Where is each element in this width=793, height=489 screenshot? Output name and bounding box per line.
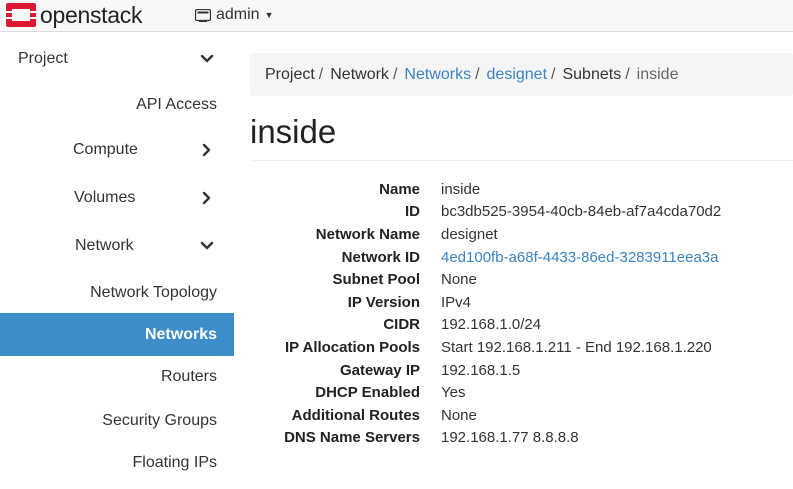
detail-label: Gateway IP [339,361,420,379]
detail-label: Additional Routes [291,406,420,424]
sidebar-item-label: Security Groups [102,412,217,429]
detail-value: designet [441,225,498,243]
detail-value: IPv4 [441,293,472,311]
sidebar-item-network-topology[interactable]: Network Topology [0,273,234,313]
sidebar: Project API Access Compute Volumes Netwo… [0,33,234,489]
top-navbar: openstack admin ▼ [0,0,793,32]
breadcrumb-separator: / [551,65,556,83]
chevron-down-icon [200,241,214,250]
title-divider [250,160,793,161]
detail-row-network-name: Network Name designet [250,223,793,246]
breadcrumb-link-designet[interactable]: designet [487,66,548,84]
breadcrumb-item-project: Project [265,65,315,83]
project-switcher-dropdown[interactable]: admin ▼ [195,0,274,30]
sidebar-item-label: Networks [144,325,217,343]
detail-value: 192.168.1.0/24 [441,316,542,334]
network-id-link[interactable]: 4ed100fb-a68f-4433-86ed-3283911eea3a [441,249,718,266]
sidebar-item-label: Project [18,50,68,67]
sidebar-item-label: API Access [136,96,217,113]
sidebar-item-network[interactable]: Network [0,226,234,266]
detail-value: Yes [441,384,466,402]
chevron-down-icon [200,54,214,63]
sidebar-item-floating-ips[interactable]: Floating IPs [0,443,234,483]
detail-value: bc3db525-3954-40cb-84eb-af7a4cda70d2 [441,203,722,221]
sidebar-item-label: Compute [73,141,138,158]
detail-value: Start 192.168.1.211 - End 192.168.1.220 [441,338,712,356]
detail-label: Name [379,180,420,198]
detail-value: 192.168.1.77 8.8.8.8 [441,429,579,447]
sidebar-item-security-groups[interactable]: Security Groups [0,401,234,441]
sidebar-item-api-access[interactable]: API Access [0,85,234,125]
detail-value: inside [441,180,481,198]
detail-row-dhcp-enabled: DHCP Enabled Yes [250,381,793,404]
breadcrumb-separator: / [625,65,630,83]
detail-row-id: ID bc3db525-3954-40cb-84eb-af7a4cda70d2 [250,201,793,224]
detail-label: ID [405,203,420,221]
breadcrumb-link-networks[interactable]: Networks [404,66,471,84]
sidebar-item-volumes[interactable]: Volumes [0,178,234,218]
detail-label: DHCP Enabled [315,384,420,402]
breadcrumb-separator: / [475,65,480,83]
sidebar-item-label: Network Topology [90,284,217,301]
sidebar-item-label: Network [75,237,134,254]
detail-value: 192.168.1.5 [441,361,521,379]
sidebar-item-label: Routers [160,368,217,385]
sidebar-item-routers[interactable]: Routers [0,357,234,397]
monitor-icon [195,8,211,22]
sidebar-item-project[interactable]: Project [0,39,234,79]
detail-label: IP Version [347,293,420,311]
openstack-logo-icon [6,3,36,27]
detail-value: None [441,271,477,289]
sidebar-item-label: Floating IPs [132,454,217,471]
breadcrumb-separator: / [392,65,398,83]
sidebar-item-compute[interactable]: Compute [0,130,234,170]
detail-row-ip-version: IP Version IPv4 [250,291,793,314]
detail-label: CIDR [383,316,420,334]
detail-label: Subnet Pool [332,271,421,289]
detail-row-subnet-pool: Subnet Pool None [250,268,793,291]
detail-row-additional-routes: Additional Routes None [250,404,793,427]
subnet-detail-list: Name inside ID bc3db525-3954-40cb-84eb-a… [250,178,793,449]
detail-value: None [441,406,477,424]
logo-text: openstack [40,1,143,28]
detail-label: IP Allocation Pools [284,338,420,356]
breadcrumb-item-network: Network [330,65,389,83]
sidebar-item-label: Volumes [74,189,136,206]
detail-row-gateway-ip: Gateway IP 192.168.1.5 [250,359,793,382]
detail-label: Network ID [341,248,420,266]
detail-row-dns-name-servers: DNS Name Servers 192.168.1.77 8.8.8.8 [250,427,793,450]
openstack-logo[interactable]: openstack [5,0,142,30]
page-title: inside [250,113,337,150]
detail-label: DNS Name Servers [284,429,420,447]
sidebar-item-networks[interactable]: Networks [0,313,234,356]
chevron-right-icon [202,143,211,157]
breadcrumb-item-subnets: Subnets [562,65,622,83]
project-name: admin [216,6,260,23]
detail-label: Network Name [315,225,420,243]
detail-row-name: Name inside [250,178,793,201]
breadcrumb-item-current: inside [636,65,679,83]
detail-row-ip-allocation-pools: IP Allocation Pools Start 192.168.1.211 … [250,336,793,359]
breadcrumb-separator: / [318,65,324,83]
breadcrumb: Project / Network / Networks / designet … [250,53,793,96]
detail-row-network-id: Network ID 4ed100fb-a68f-4433-86ed-32839… [250,246,793,269]
detail-row-cidr: CIDR 192.168.1.0/24 [250,314,793,337]
chevron-right-icon [202,191,211,205]
caret-down-icon: ▼ [264,10,274,20]
